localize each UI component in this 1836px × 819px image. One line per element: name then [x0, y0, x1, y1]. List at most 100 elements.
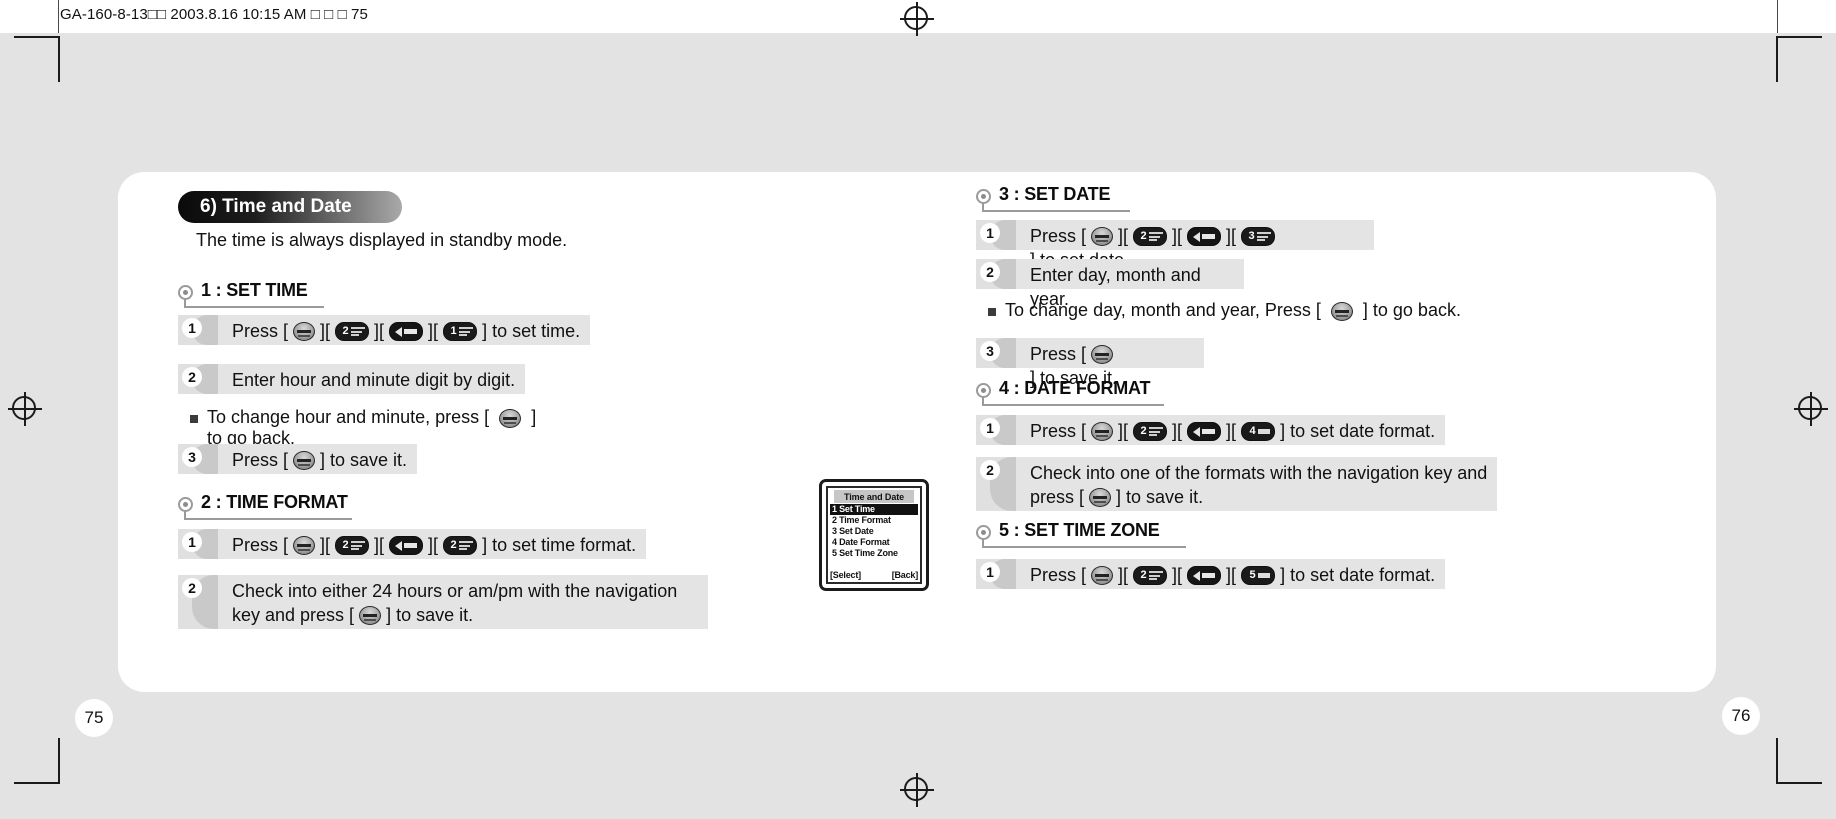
- note-text: To change hour and minute, press [ ] to …: [207, 407, 536, 449]
- section-underline: [184, 306, 324, 308]
- registration-target-top: [900, 2, 934, 36]
- chapter-title-pill: 6) Time and Date: [178, 191, 402, 223]
- section-heading-set-time-zone: 5 : SET TIME ZONE: [976, 520, 1296, 550]
- page-number-right: 76: [1722, 697, 1760, 735]
- crop-mark-top-left-h: [14, 36, 60, 38]
- numeric-key-2b-icon: 2: [443, 536, 478, 556]
- ok-key-icon: [1091, 422, 1114, 442]
- navigation-key-icon: [1187, 422, 1222, 442]
- step-badge: 1: [976, 220, 1016, 250]
- step-row: 3 Press [ ] to save it.: [976, 338, 1204, 388]
- step-text: Enter day, month and year.: [1016, 259, 1244, 309]
- ok-key-icon: [359, 606, 382, 626]
- lcd-menu-item[interactable]: 3 Set Date: [830, 526, 918, 537]
- step-badge: 3: [178, 444, 218, 474]
- step-text-pre: Press [: [1030, 421, 1087, 441]
- crop-mark-top-left-v: [58, 36, 60, 82]
- numeric-key-2-icon: 2: [1133, 227, 1168, 247]
- chapter-title-label: 6) Time and Date: [200, 196, 352, 217]
- step-text-line1: Check into either 24 hours or am/pm with…: [232, 581, 678, 601]
- bracket-sep: ][: [428, 535, 439, 555]
- step-row: 2 Check into one of the formats with the…: [976, 457, 1498, 511]
- step-text-line2: key and press [ ] to save it.: [232, 604, 698, 628]
- step-text-pre: key and press [: [232, 604, 355, 625]
- note-bullet-icon: [190, 415, 198, 423]
- lcd-menu-list: 1 Set Time 2 Time Format 3 Set Date 4 Da…: [830, 504, 918, 559]
- step-text: Press [ ][ 2 ][ ][ 2 ] to set time forma…: [218, 529, 647, 559]
- note-text-pre: To change day, month and year, Press [: [1005, 300, 1321, 320]
- manual-page-right: 3 : SET DATE 1 Press [ ][ 2 ][ ][ 3 ] to…: [918, 172, 1716, 692]
- numeric-key-3-icon: 3: [1241, 227, 1276, 247]
- section-underline: [184, 518, 352, 520]
- step-text: Check into one of the formats with the n…: [1016, 457, 1498, 511]
- navigation-key-icon: [389, 322, 424, 342]
- bracket-sep: ][: [428, 321, 439, 341]
- softkey-back[interactable]: [Back]: [892, 570, 919, 580]
- ok-key-icon: [293, 536, 316, 556]
- section-heading-date-format: 4 : DATE FORMAT: [976, 378, 1276, 408]
- section-underline: [982, 546, 1186, 548]
- step-number: 1: [980, 223, 1000, 243]
- step-text-post: ] to save it.: [320, 450, 408, 470]
- step-text-line2: press [ ] to save it.: [1030, 486, 1487, 510]
- step-badge: 2: [976, 457, 1016, 511]
- step-number: 2: [980, 262, 1000, 282]
- step-badge: 3: [976, 338, 1016, 368]
- navigation-key-icon: [389, 536, 424, 556]
- note-row: To change hour and minute, press [ ] to …: [190, 407, 536, 449]
- numeric-key-2-icon: 2: [1133, 566, 1168, 586]
- step-text-pre: Press [: [1030, 565, 1087, 585]
- chapter-intro-text: The time is always displayed in standby …: [196, 230, 568, 250]
- step-number: 3: [980, 341, 1000, 361]
- ok-key-icon: [293, 322, 316, 342]
- step-number: 2: [980, 460, 1000, 480]
- lcd-menu-item[interactable]: 5 Set Time Zone: [830, 548, 918, 559]
- handset-screen-mockup: Time and Date 1 Set Time 2 Time Format 3…: [819, 479, 929, 591]
- step-badge: 2: [976, 259, 1016, 289]
- section-title-label: 5 : SET TIME ZONE: [999, 520, 1160, 540]
- step-row: 1 Press [ ][ 2 ][ ][ 5 ] to set date for…: [976, 559, 1446, 589]
- lcd-menu-item[interactable]: 4 Date Format: [830, 537, 918, 548]
- bracket-sep: ][: [374, 321, 385, 341]
- bracket-sep: ][: [1226, 421, 1237, 441]
- step-text-post: ] to set time format.: [482, 535, 637, 555]
- step-text-pre: press [: [1030, 486, 1085, 507]
- step-row: 1 Press [ ][ 2 ][ ][ 2 ] to set time for…: [178, 529, 678, 559]
- note-text-post: ]: [531, 407, 537, 427]
- lcd-softkey-bar: [Select] [Back]: [830, 570, 918, 580]
- ok-key-icon: [1089, 488, 1112, 508]
- registration-target-left: [8, 392, 42, 426]
- lcd-title: Time and Date: [834, 490, 914, 503]
- lcd-menu-item[interactable]: 1 Set Time: [830, 504, 918, 515]
- step-text-pre: Press [: [1030, 226, 1087, 246]
- header-rule-left: [58, 0, 59, 33]
- step-text-pre: Press [: [232, 450, 289, 470]
- step-text-pre: Enter hour and minute digit by digit.: [232, 370, 516, 390]
- step-text: Press [ ][ 2 ][ ][ 5 ] to set date forma…: [1016, 559, 1446, 589]
- step-row: 1 Press [ ][ 2 ][ ][ 4 ] to set date for…: [976, 415, 1446, 445]
- manual-spread: 6) Time and Date The time is always disp…: [118, 172, 1716, 692]
- section-title-label: 1 : SET TIME: [201, 280, 308, 300]
- step-text: Press [ ][ 2 ][ ][ 4 ] to set date forma…: [1016, 415, 1446, 445]
- numeric-key-4-icon: 4: [1241, 422, 1276, 442]
- header-rule-right: [1777, 0, 1778, 33]
- step-badge: 1: [178, 315, 218, 345]
- section-heading-set-date: 3 : SET DATE: [976, 184, 1256, 214]
- step-text-pre: Press [: [1030, 344, 1087, 364]
- numeric-key-2-icon: 2: [1133, 422, 1168, 442]
- ok-key-icon: [293, 451, 316, 471]
- step-text-post: ] to save it.: [386, 604, 474, 625]
- step-number: 2: [182, 367, 202, 387]
- softkey-select[interactable]: [Select]: [830, 570, 861, 580]
- registration-target-bottom: [900, 773, 934, 807]
- step-text-pre: Press [: [232, 535, 289, 555]
- navigation-key-icon: [1187, 227, 1222, 247]
- bracket-sep: ][: [1118, 565, 1129, 585]
- step-text-post: ] to set date format.: [1280, 421, 1436, 441]
- lcd-menu-item[interactable]: 2 Time Format: [830, 515, 918, 526]
- bracket-sep: ][: [1118, 226, 1129, 246]
- step-text: Press [ ][ 2 ][ ][ 3 ] to set date.: [1016, 220, 1374, 270]
- step-text: Check into either 24 hours or am/pm with…: [218, 575, 708, 629]
- step-number: 1: [980, 562, 1000, 582]
- bracket-sep: ][: [320, 321, 331, 341]
